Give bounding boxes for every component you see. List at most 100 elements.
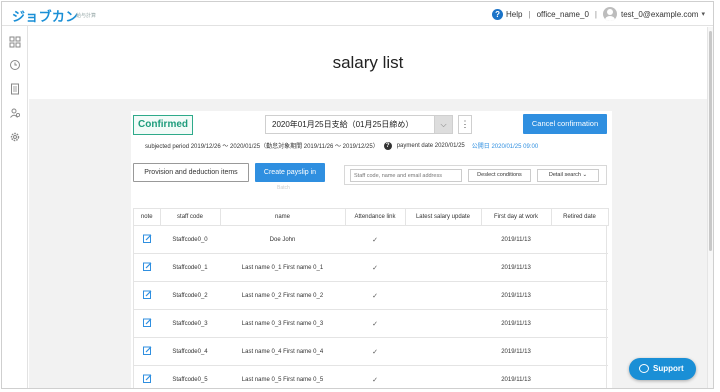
avatar[interactable] xyxy=(602,7,617,21)
app-window: ジョブカン 給与計算 ? Help | office_name_0 | test… xyxy=(1,1,714,389)
attendance-link-cell: ✓ xyxy=(345,253,405,282)
staff-code-cell: Staffcode0_5 xyxy=(160,365,220,388)
deselect-conditions-button[interactable]: Deslect conditions xyxy=(468,169,531,182)
column-header-retired-date: Retired date xyxy=(551,208,609,226)
name-cell[interactable]: Last name 0_3 First name 0_3 xyxy=(220,309,345,338)
question-icon[interactable]: ? xyxy=(383,141,392,150)
search-input[interactable] xyxy=(350,169,462,182)
first-day-cell: 2019/11/13 xyxy=(481,281,551,310)
period-info: subjected period 2019/12/26 ～ 2020/01/25… xyxy=(145,141,538,150)
cancel-confirmation-button[interactable]: Cancel confirmation xyxy=(523,114,607,134)
chevron-down-icon[interactable]: ▾ xyxy=(701,10,705,18)
filter-bar: Deslect conditions Detail search ⌄ xyxy=(344,165,607,185)
note-edit-icon[interactable] xyxy=(142,346,152,355)
note-cell[interactable] xyxy=(134,337,160,366)
gear-icon[interactable] xyxy=(9,131,21,143)
table-row[interactable]: Staffcode0_1 Last name 0_1 First name 0_… xyxy=(134,253,608,282)
table-row[interactable]: Staffcode0_4 Last name 0_4 First name 0_… xyxy=(134,337,608,366)
pay-period-select[interactable]: 2020年01月25日支給（01月25日締め） ⌵ xyxy=(265,115,453,134)
name-cell[interactable]: Doe John xyxy=(220,225,345,254)
retired-date-cell xyxy=(551,365,608,388)
support-button[interactable]: Support xyxy=(629,358,696,380)
dashboard-icon[interactable] xyxy=(9,36,21,48)
document-icon[interactable] xyxy=(9,83,21,95)
first-day-cell: 2019/11/13 xyxy=(481,365,551,388)
staff-code-cell: Staffcode0_2 xyxy=(160,281,220,310)
app-logo[interactable]: ジョブカン xyxy=(12,6,79,25)
note-cell[interactable] xyxy=(134,365,160,388)
column-header-first-day: First day at work xyxy=(481,208,552,226)
main-content: salary list Confirmed 2020年01月25日支給（01月2… xyxy=(29,27,707,388)
first-day-cell: 2019/11/13 xyxy=(481,309,551,338)
note-cell[interactable] xyxy=(134,309,160,338)
name-cell[interactable]: Last name 0_4 First name 0_4 xyxy=(220,337,345,366)
payment-date: payment date 2020/01/25 xyxy=(396,142,465,149)
retired-date-cell xyxy=(551,337,608,366)
note-cell[interactable] xyxy=(134,225,160,254)
column-header-name[interactable]: name xyxy=(220,208,346,226)
staff-code-cell: Staffcode0_0 xyxy=(160,225,220,254)
name-cell[interactable]: Last name 0_2 First name 0_2 xyxy=(220,281,345,310)
pay-period-value: 2020年01月25日支給（01月25日締め） xyxy=(272,120,414,129)
status-badge: Confirmed xyxy=(133,115,193,135)
create-payslip-button[interactable]: Create payslip in xyxy=(255,163,325,182)
note-edit-icon[interactable] xyxy=(142,374,152,383)
note-cell[interactable] xyxy=(134,253,160,282)
app-logo-sub: 給与計算 xyxy=(76,13,97,19)
office-selector[interactable]: office_name_0 xyxy=(537,10,589,19)
detail-search-label: Detail search xyxy=(548,172,581,178)
chat-bubble-icon xyxy=(639,364,649,373)
note-edit-icon[interactable] xyxy=(142,318,152,327)
table-header-row: note staff code name Attendance link Lat… xyxy=(134,208,609,226)
staff-table: note staff code name Attendance link Lat… xyxy=(133,208,609,388)
table-row[interactable]: Staffcode0_0 Doe John ✓ 2019/11/13 xyxy=(134,225,608,254)
attendance-link-cell: ✓ xyxy=(345,365,405,388)
retired-date-cell xyxy=(551,309,608,338)
first-day-cell: 2019/11/13 xyxy=(481,337,551,366)
top-right-menu: ? Help | office_name_0 | test_0@example.… xyxy=(492,7,705,21)
table-row[interactable]: Staffcode0_3 Last name 0_3 First name 0_… xyxy=(134,309,608,338)
attendance-link-cell: ✓ xyxy=(345,281,405,310)
attendance-link-cell: ✓ xyxy=(345,225,405,254)
table-row[interactable]: Staffcode0_5 Last name 0_5 First name 0_… xyxy=(134,365,608,388)
retired-date-cell xyxy=(551,225,608,254)
publish-date[interactable]: 公開日 2020/01/25 09:00 xyxy=(472,141,538,150)
divider: | xyxy=(594,9,597,19)
subject-period: subjected period 2019/12/26 ～ 2020/01/25… xyxy=(145,144,379,150)
latest-update-cell xyxy=(405,365,481,388)
note-edit-icon[interactable] xyxy=(142,262,152,271)
column-header-attendance-link: Attendance link xyxy=(345,208,406,226)
salary-panel: Confirmed 2020年01月25日支給（01月25日締め） ⌵ ⋮ Ca… xyxy=(131,111,612,388)
scrollbar-thumb[interactable] xyxy=(709,31,712,251)
name-cell[interactable]: Last name 0_1 First name 0_1 xyxy=(220,253,345,282)
divider: | xyxy=(528,9,531,19)
attendance-link-cell: ✓ xyxy=(345,337,405,366)
table-row[interactable]: Staffcode0_2 Last name 0_2 First name 0_… xyxy=(134,281,608,310)
latest-update-cell xyxy=(405,337,481,366)
first-day-cell: 2019/11/13 xyxy=(481,253,551,282)
support-label: Support xyxy=(653,364,684,373)
users-icon[interactable] xyxy=(9,107,21,119)
column-header-latest-update: Latest salary update xyxy=(405,208,482,226)
note-cell[interactable] xyxy=(134,281,160,310)
detail-search-button[interactable]: Detail search ⌄ xyxy=(537,169,599,182)
help-link[interactable]: Help xyxy=(506,10,522,19)
top-bar: ジョブカン 給与計算 ? Help | office_name_0 | test… xyxy=(2,2,713,26)
more-options-button[interactable]: ⋮ xyxy=(458,115,472,134)
latest-update-cell xyxy=(405,309,481,338)
page-title: salary list xyxy=(332,53,404,72)
clock-icon[interactable] xyxy=(9,59,21,71)
note-edit-icon[interactable] xyxy=(142,234,152,243)
latest-update-cell xyxy=(405,281,481,310)
vertical-scrollbar[interactable] xyxy=(707,27,713,388)
staff-code-cell: Staffcode0_4 xyxy=(160,337,220,366)
staff-code-cell: Staffcode0_1 xyxy=(160,253,220,282)
provision-deduction-button[interactable]: Provision and deduction items xyxy=(133,163,249,182)
user-email[interactable]: test_0@example.com xyxy=(621,10,699,19)
name-cell[interactable]: Last name 0_5 First name 0_5 xyxy=(220,365,345,388)
help-icon[interactable]: ? xyxy=(492,8,504,20)
column-header-staff-code[interactable]: staff code xyxy=(160,208,221,226)
note-edit-icon[interactable] xyxy=(142,290,152,299)
batch-hint: Batch xyxy=(277,185,290,191)
chevron-down-icon[interactable]: ⌵ xyxy=(434,116,452,133)
